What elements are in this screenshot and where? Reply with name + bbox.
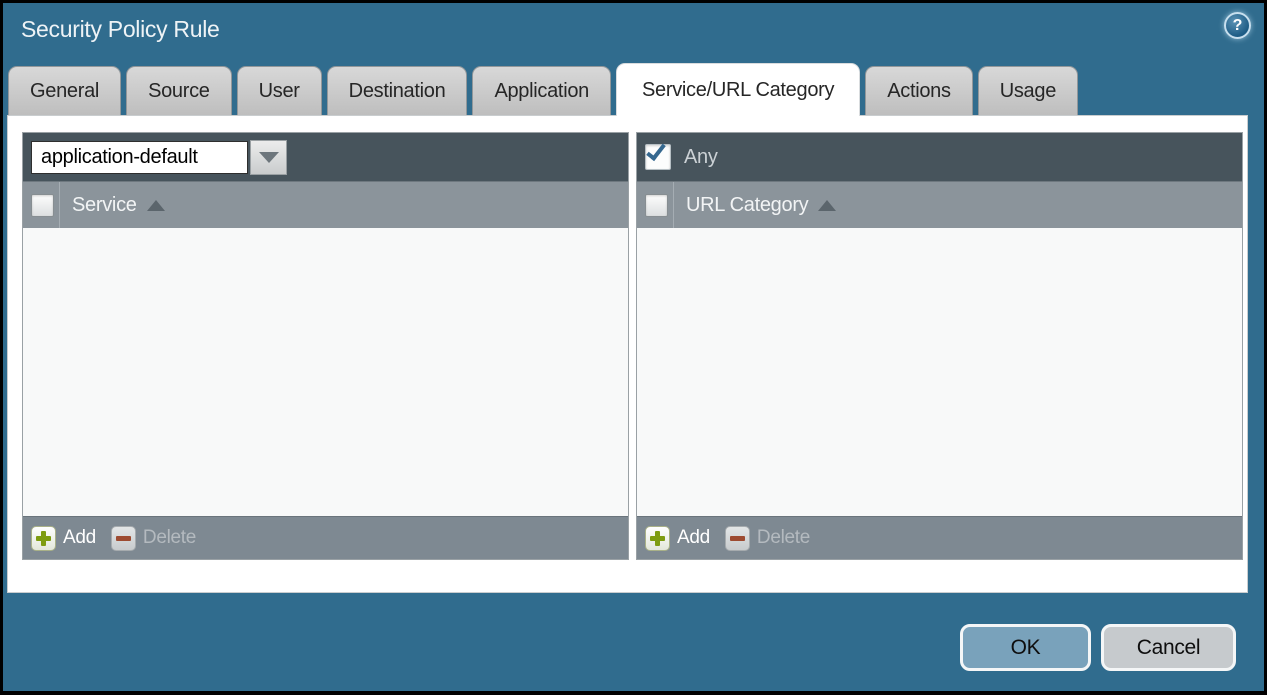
minus-icon bbox=[111, 526, 136, 551]
service-table-header: Service bbox=[23, 181, 628, 228]
tab-destination[interactable]: Destination bbox=[327, 66, 468, 115]
url-category-add-button[interactable]: Add bbox=[645, 526, 710, 551]
service-type-bar: application-default bbox=[23, 133, 628, 181]
service-column-header[interactable]: Service bbox=[72, 194, 165, 217]
url-category-select-all-checkbox[interactable] bbox=[645, 194, 668, 217]
url-category-list bbox=[637, 228, 1242, 516]
chevron-down-icon bbox=[259, 152, 279, 163]
ok-button[interactable]: OK bbox=[960, 624, 1091, 671]
tab-source[interactable]: Source bbox=[126, 66, 232, 115]
service-delete-button[interactable]: Delete bbox=[111, 526, 196, 551]
tab-user[interactable]: User bbox=[237, 66, 322, 115]
service-column-label: Service bbox=[72, 194, 137, 217]
dialog-title: Security Policy Rule bbox=[21, 16, 220, 43]
service-list bbox=[23, 228, 628, 516]
plus-icon bbox=[31, 526, 56, 551]
tab-service-url-category[interactable]: Service/URL Category bbox=[616, 63, 860, 116]
security-policy-rule-dialog: Security Policy Rule ? General Source Us… bbox=[3, 3, 1264, 691]
service-toolbar: Add Delete bbox=[23, 516, 628, 559]
plus-icon bbox=[645, 526, 670, 551]
service-type-combobox: application-default bbox=[31, 140, 287, 175]
tab-actions[interactable]: Actions bbox=[865, 66, 973, 115]
service-panel: application-default Service bbox=[22, 132, 629, 560]
service-add-button[interactable]: Add bbox=[31, 526, 96, 551]
any-label: Any bbox=[684, 146, 718, 169]
minus-icon bbox=[725, 526, 750, 551]
service-type-value[interactable]: application-default bbox=[31, 141, 248, 174]
url-category-column-header[interactable]: URL Category bbox=[686, 194, 836, 217]
url-category-panel: Any URL Category Add Delete bbox=[636, 132, 1243, 560]
check-icon bbox=[646, 140, 666, 161]
url-category-any-bar: Any bbox=[637, 133, 1242, 181]
tab-general[interactable]: General bbox=[8, 66, 121, 115]
url-category-table-header: URL Category bbox=[637, 181, 1242, 228]
tab-usage[interactable]: Usage bbox=[978, 66, 1078, 115]
sort-ascending-icon bbox=[147, 200, 165, 211]
url-category-column-label: URL Category bbox=[686, 194, 808, 217]
tab-bar: General Source User Destination Applicat… bbox=[8, 63, 1078, 115]
url-category-delete-button[interactable]: Delete bbox=[725, 526, 810, 551]
service-select-all-checkbox[interactable] bbox=[31, 194, 54, 217]
service-select-all-cell bbox=[23, 182, 60, 228]
help-icon[interactable]: ? bbox=[1224, 12, 1251, 39]
tab-application[interactable]: Application bbox=[472, 66, 611, 115]
url-category-select-all-cell bbox=[637, 182, 674, 228]
tab-content-area: application-default Service bbox=[7, 115, 1248, 593]
any-checkbox[interactable] bbox=[645, 144, 671, 170]
service-type-dropdown-button[interactable] bbox=[250, 140, 287, 175]
url-category-toolbar: Add Delete bbox=[637, 516, 1242, 559]
sort-ascending-icon bbox=[818, 200, 836, 211]
cancel-button[interactable]: Cancel bbox=[1101, 624, 1236, 671]
